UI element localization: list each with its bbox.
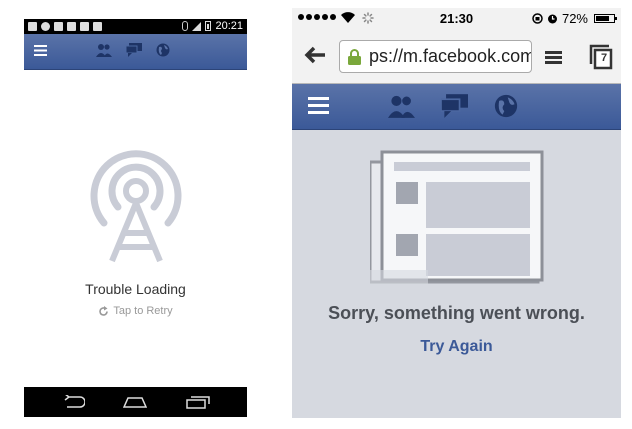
menu-icon[interactable] [34,45,47,56]
ios-facebook-navbar [292,84,621,130]
battery-percent: 72% [561,11,588,26]
messages-icon[interactable] [441,94,468,118]
back-arrow-icon[interactable] [304,46,326,64]
android-clock: 20:21 [215,20,243,32]
broken-newsfeed-illustration [370,150,544,284]
url-text: ps://m.facebook.com [369,46,532,66]
tap-to-retry-button[interactable]: Tap to Retry [24,305,247,317]
ios-status-bar: 21:30 72% [292,8,621,28]
android-nav-bar [24,387,247,417]
battery-icon [205,21,212,31]
friends-icon[interactable] [96,43,112,57]
android-facebook-navbar [24,34,247,70]
try-again-link[interactable]: Try Again [292,338,621,356]
tap-to-retry-label: Tap to Retry [113,305,173,317]
gallery-notification-icon [28,22,37,31]
android-status-bar: 20:21 [24,19,247,34]
signal-icon [192,21,202,31]
menu-icon[interactable] [308,97,329,114]
notification-icons [28,22,102,31]
globe-icon[interactable] [156,43,170,57]
trouble-loading-title: Trouble Loading [85,281,186,297]
lock-icon [348,48,361,65]
messages-icon[interactable] [126,43,142,57]
battery-icon [594,14,617,23]
voicemail-icon [80,22,89,31]
browser-toolbar: ps://m.facebook.com 7 [292,28,621,84]
checkbox-notification-icon [93,22,102,31]
tabs-button[interactable]: 7 [589,44,613,75]
back-icon[interactable] [63,395,85,409]
refresh-icon [99,305,109,316]
facebook-notification-icon [54,22,63,31]
ios-screen: 21:30 72% ps://m.facebook.com 7 Sorry, s… [292,8,621,418]
chrome-notification-icon [41,22,50,31]
tabs-count: 7 [600,52,608,64]
wifi-notification-icon [67,22,76,31]
friends-icon[interactable] [388,94,415,118]
browser-menu-icon[interactable] [545,51,562,64]
android-screen: 20:21 Trouble Loading Tap to Retry [24,19,247,417]
globe-icon[interactable] [494,94,518,118]
home-icon[interactable] [123,395,147,409]
error-message: Sorry, something went wrong. [328,303,585,323]
recents-icon[interactable] [186,395,210,409]
url-bar[interactable]: ps://m.facebook.com [339,40,532,73]
bluetooth-icon [182,21,189,31]
alarm-icon [547,14,557,24]
signal-tower-icon [90,150,182,263]
rotation-lock-icon [532,13,543,24]
